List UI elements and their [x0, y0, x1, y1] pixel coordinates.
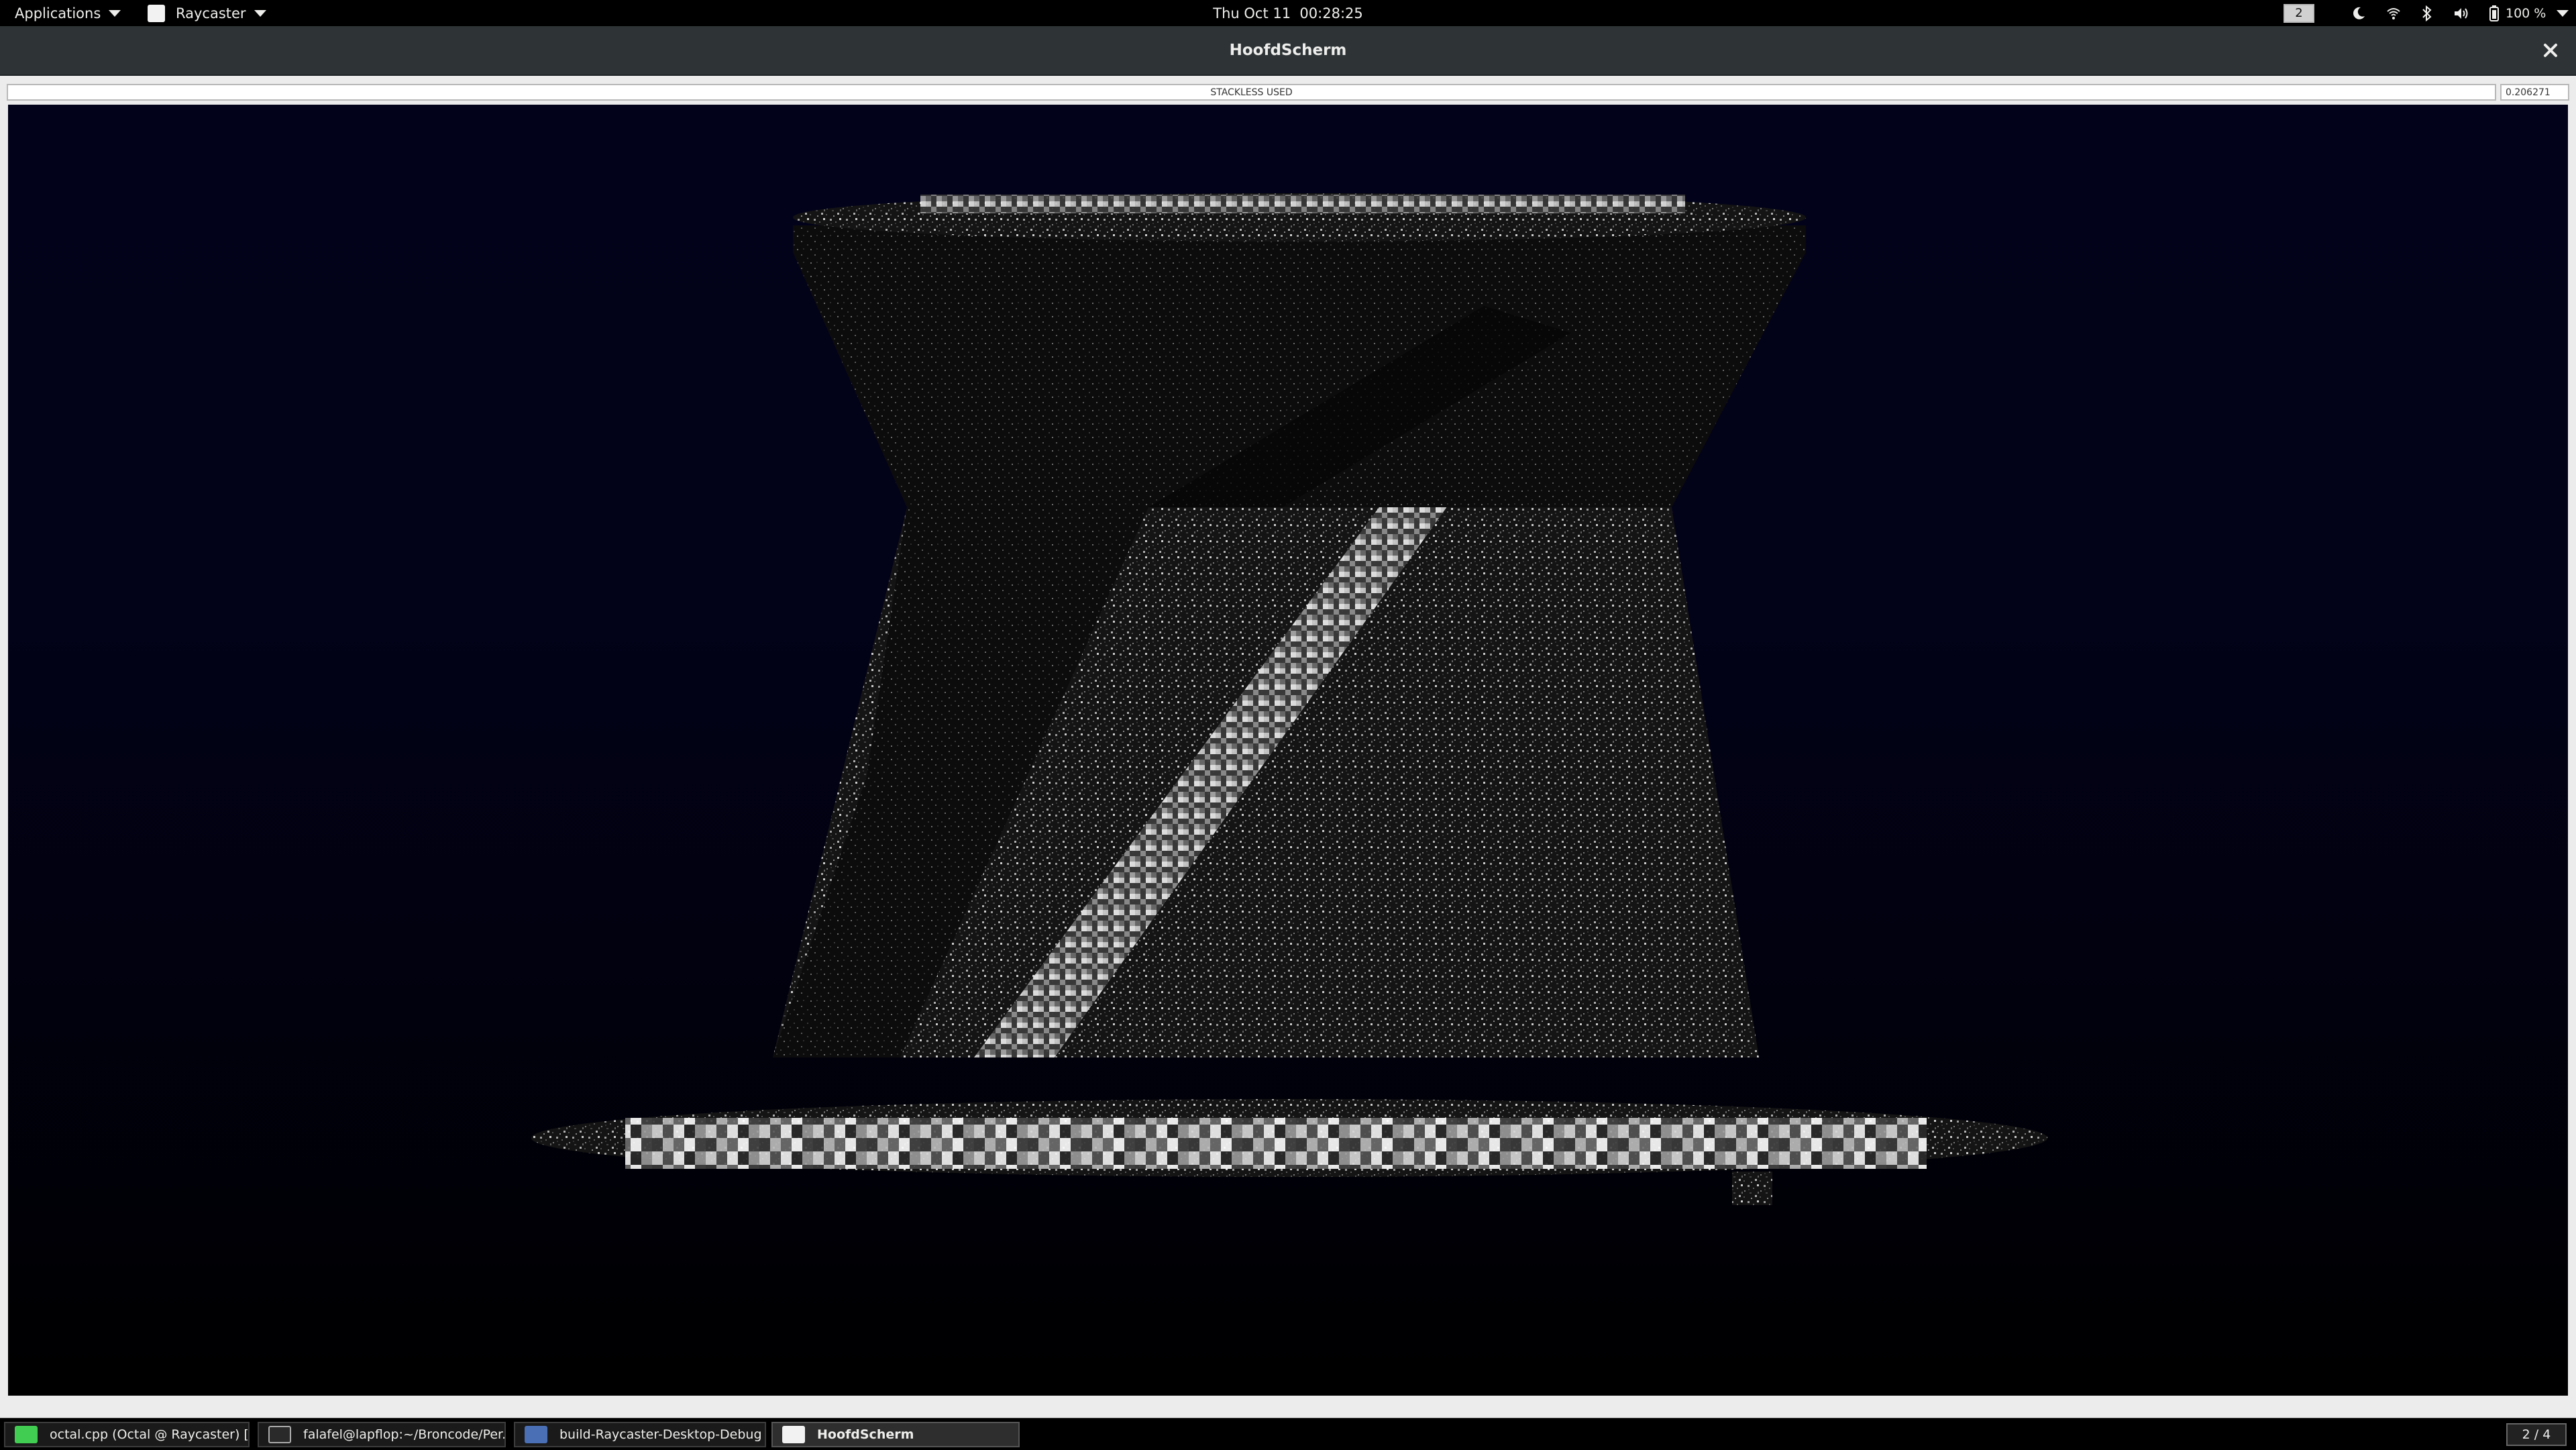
workspace-number: 2 — [2284, 3, 2314, 23]
night-light-icon — [2353, 7, 2365, 19]
workspace-counter-label: 2 / 4 — [2522, 1427, 2551, 1442]
terminal-icon — [268, 1426, 291, 1443]
close-icon — [2544, 44, 2557, 57]
taskbar-item-files[interactable]: build-Raycaster-Desktop-Debug — [514, 1422, 766, 1447]
battery-label: 100 % — [2506, 5, 2546, 21]
close-button[interactable] — [2538, 38, 2563, 62]
window-titlebar[interactable]: HoofdScherm — [0, 26, 2576, 76]
task-label: falafel@lapflop:~/Broncode/Per... — [303, 1427, 506, 1442]
taskbar-item-terminal[interactable]: falafel@lapflop:~/Broncode/Per... — [258, 1422, 506, 1447]
workspace-indicator[interactable]: 2 — [2284, 0, 2314, 26]
chevron-down-icon — [2557, 9, 2569, 17]
top-panel: Applications Raycaster Thu Oct 11 00:28:… — [0, 0, 2576, 26]
status-area[interactable]: 100 % — [2351, 0, 2569, 26]
task-label: build-Raycaster-Desktop-Debug — [559, 1427, 762, 1442]
task-label: octal.cpp (Octal @ Raycaster) [m... — [50, 1427, 249, 1442]
wifi-icon — [2387, 7, 2400, 19]
taskbar-item-hoofdscherm[interactable]: HoofdScherm — [771, 1422, 1020, 1447]
value-text-field[interactable]: 0.206271 — [2500, 84, 2569, 101]
value-text: 0.206271 — [2506, 87, 2551, 98]
volume-icon — [2455, 7, 2468, 19]
clock-text: Thu Oct 11 00:28:25 — [1213, 5, 1363, 21]
applications-menu[interactable]: Applications — [15, 0, 121, 26]
chevron-down-icon — [254, 9, 266, 17]
status-text-field[interactable]: STACKLESS USED — [7, 84, 2496, 101]
task-label: HoofdScherm — [817, 1427, 914, 1442]
taskbar-item-qt-creator[interactable]: octal.cpp (Octal @ Raycaster) [m... — [4, 1422, 250, 1447]
app-menu-label: Raycaster — [176, 5, 246, 21]
battery-icon — [2489, 5, 2499, 21]
voxel-render — [531, 193, 2047, 1205]
window-icon — [782, 1426, 805, 1443]
applications-menu-label: Applications — [15, 5, 101, 21]
clock[interactable]: Thu Oct 11 00:28:25 — [1154, 0, 1422, 26]
chevron-down-icon — [109, 9, 121, 17]
render-viewport[interactable] — [8, 105, 2568, 1396]
window-client-area: STACKLESS USED 0.206271 — [0, 76, 2576, 1418]
folder-icon — [525, 1426, 547, 1443]
taskbar: octal.cpp (Octal @ Raycaster) [m... fala… — [0, 1418, 2576, 1450]
qt-creator-icon — [15, 1426, 38, 1443]
app-menu[interactable]: Raycaster — [148, 0, 266, 26]
workspace-counter[interactable]: 2 / 4 — [2506, 1423, 2567, 1446]
raycaster-app-icon — [148, 4, 165, 22]
bluetooth-icon — [2422, 5, 2432, 21]
window-title: HoofdScherm — [1229, 42, 1347, 59]
status-text: STACKLESS USED — [1210, 87, 1293, 98]
